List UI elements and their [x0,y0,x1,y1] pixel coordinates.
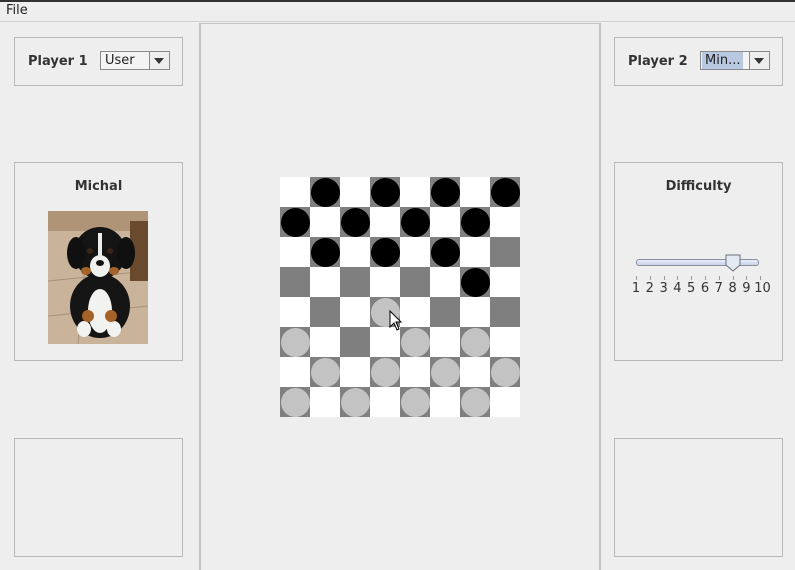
board-square[interactable] [310,207,340,237]
board-square[interactable] [340,267,370,297]
black-checker-piece[interactable] [310,237,340,267]
board-square[interactable] [370,207,400,237]
player2-info-panel [614,438,783,557]
board-square[interactable] [400,297,430,327]
chevron-down-icon[interactable] [149,52,169,69]
board-square[interactable] [430,207,460,237]
black-checker-piece[interactable] [430,177,460,207]
white-checker-piece[interactable] [370,357,400,387]
black-checker-piece[interactable] [310,177,340,207]
white-checker-piece[interactable] [340,387,370,417]
menu-bar: File [0,2,795,22]
board-square[interactable] [400,237,430,267]
slider-tick-label: 9 [742,281,751,296]
player1-type-select[interactable]: User [100,51,170,70]
board-square[interactable] [430,327,460,357]
slider-tick [732,276,734,280]
difficulty-slider-thumb[interactable] [725,254,741,272]
white-checker-piece[interactable] [490,357,520,387]
board-square[interactable] [310,327,340,357]
board-square[interactable] [490,237,520,267]
player2-type-value: Min... [702,52,744,69]
player1-info-panel [14,438,183,557]
white-checker-piece[interactable] [460,387,490,417]
slider-tick [691,276,693,280]
board-square[interactable] [280,357,310,387]
black-checker-piece[interactable] [370,237,400,267]
white-checker-piece[interactable] [280,387,310,417]
slider-tick [677,276,679,280]
white-checker-piece[interactable] [460,327,490,357]
board-square[interactable] [280,267,310,297]
slider-tick [636,276,637,280]
board-square[interactable] [460,177,490,207]
black-checker-piece[interactable] [430,237,460,267]
slider-tick [705,276,706,280]
board-square[interactable] [400,357,430,387]
board-square[interactable] [430,387,460,417]
player1-panel: Player 1 User [14,37,183,86]
board-square[interactable] [460,357,490,387]
board-square[interactable] [430,297,460,327]
black-checker-piece[interactable] [460,207,490,237]
board-square[interactable] [310,297,340,327]
file-menu[interactable]: File [6,3,28,18]
board-square[interactable] [310,387,340,417]
player2-type-select[interactable]: Min... [700,51,770,70]
slider-tick [718,276,720,280]
white-checker-piece[interactable] [310,357,340,387]
white-checker-piece[interactable] [400,327,430,357]
board-square[interactable] [280,177,310,207]
board-square[interactable] [340,177,370,207]
black-checker-piece[interactable] [370,177,400,207]
slider-tick-label: 10 [754,281,771,296]
board-square[interactable] [400,267,430,297]
slider-tick [746,276,748,280]
board-square[interactable] [490,387,520,417]
board-square[interactable] [490,327,520,357]
board-square[interactable] [460,297,490,327]
slider-tick [663,276,665,280]
board-square[interactable] [490,297,520,327]
board-square[interactable] [460,237,490,267]
board-square[interactable] [370,267,400,297]
player2-label: Player 2 [628,54,688,69]
board-square[interactable] [340,297,370,327]
black-checker-piece[interactable] [400,207,430,237]
board-square[interactable] [280,237,310,267]
player2-panel: Player 2 Min... [614,37,783,86]
board-square[interactable] [490,267,520,297]
white-checker-piece[interactable] [430,357,460,387]
black-checker-piece[interactable] [280,207,310,237]
player1-type-value: User [105,53,135,68]
board-square[interactable] [340,357,370,387]
black-checker-piece[interactable] [460,267,490,297]
white-checker-piece[interactable] [400,387,430,417]
black-checker-piece[interactable] [340,207,370,237]
black-checker-piece[interactable] [490,177,520,207]
board-square[interactable] [490,207,520,237]
board-square[interactable] [280,297,310,327]
mouse-cursor-icon [389,310,403,331]
board-square[interactable] [340,327,370,357]
checkers-board[interactable] [280,177,520,417]
board-square[interactable] [310,267,340,297]
board-square[interactable] [400,177,430,207]
white-checker-piece[interactable] [280,327,310,357]
board-square[interactable] [430,267,460,297]
player1-label: Player 1 [28,54,88,69]
slider-tick [760,276,762,280]
difficulty-title: Difficulty [665,179,732,194]
board-square[interactable] [370,387,400,417]
slider-tick [649,276,651,280]
player-name: Michal [74,179,123,194]
chevron-down-icon[interactable] [749,52,769,69]
puppy-photo [48,211,148,344]
board-square[interactable] [340,237,370,267]
